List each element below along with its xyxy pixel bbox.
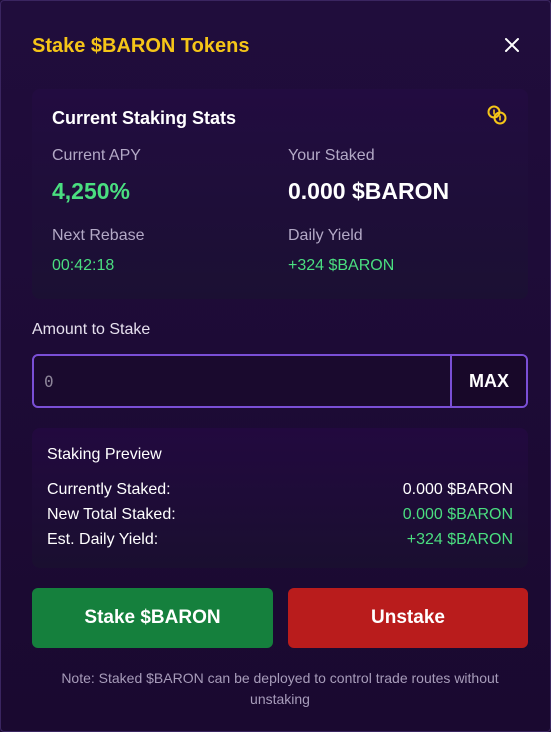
preview-row-value: 0.000 $BARON (402, 481, 513, 498)
amount-label: Amount to Stake (32, 321, 151, 338)
max-button[interactable]: MAX (450, 356, 526, 406)
preview-row-label: New Total Staked: (47, 506, 176, 523)
daily-yield-label: Daily Yield (288, 227, 363, 244)
amount-input[interactable] (34, 356, 450, 406)
close-button[interactable] (501, 34, 523, 56)
staking-stats-card: Current Staking Stats Current APY 4,250%… (32, 89, 528, 299)
preview-row-current: Currently Staked: 0.000 $BARON (47, 481, 513, 499)
preview-row-daily-yield: Est. Daily Yield: +324 $BARON (47, 531, 513, 549)
preview-row-new-total: New Total Staked: 0.000 $BARON (47, 506, 513, 524)
your-staked-value: 0.000 $BARON (288, 178, 450, 204)
staking-preview-card: Staking Preview Currently Staked: 0.000 … (32, 428, 528, 568)
close-icon (505, 38, 519, 52)
coins-icon (487, 105, 507, 125)
next-rebase-label: Next Rebase (52, 227, 145, 244)
stake-modal: Stake $BARON Tokens Current Staking Stat… (0, 0, 551, 732)
your-staked-label: Your Staked (288, 147, 375, 164)
stake-button[interactable]: Stake $BARON (32, 588, 273, 648)
daily-yield-value: +324 $BARON (288, 257, 395, 274)
next-rebase-value: 00:42:18 (52, 257, 115, 274)
preview-title: Staking Preview (47, 446, 162, 463)
preview-row-label: Currently Staked: (47, 481, 171, 498)
apy-label: Current APY (52, 147, 141, 164)
amount-input-group: MAX (32, 354, 528, 408)
preview-row-value: +324 $BARON (406, 531, 513, 548)
unstake-button[interactable]: Unstake (288, 588, 528, 648)
staking-note: Note: Staked $BARON can be deployed to c… (61, 670, 499, 707)
modal-title: Stake $BARON Tokens (32, 35, 250, 57)
apy-value: 4,250% (52, 178, 131, 204)
stats-title: Current Staking Stats (52, 108, 237, 128)
preview-row-label: Est. Daily Yield: (47, 531, 159, 548)
preview-row-value: 0.000 $BARON (402, 506, 513, 523)
